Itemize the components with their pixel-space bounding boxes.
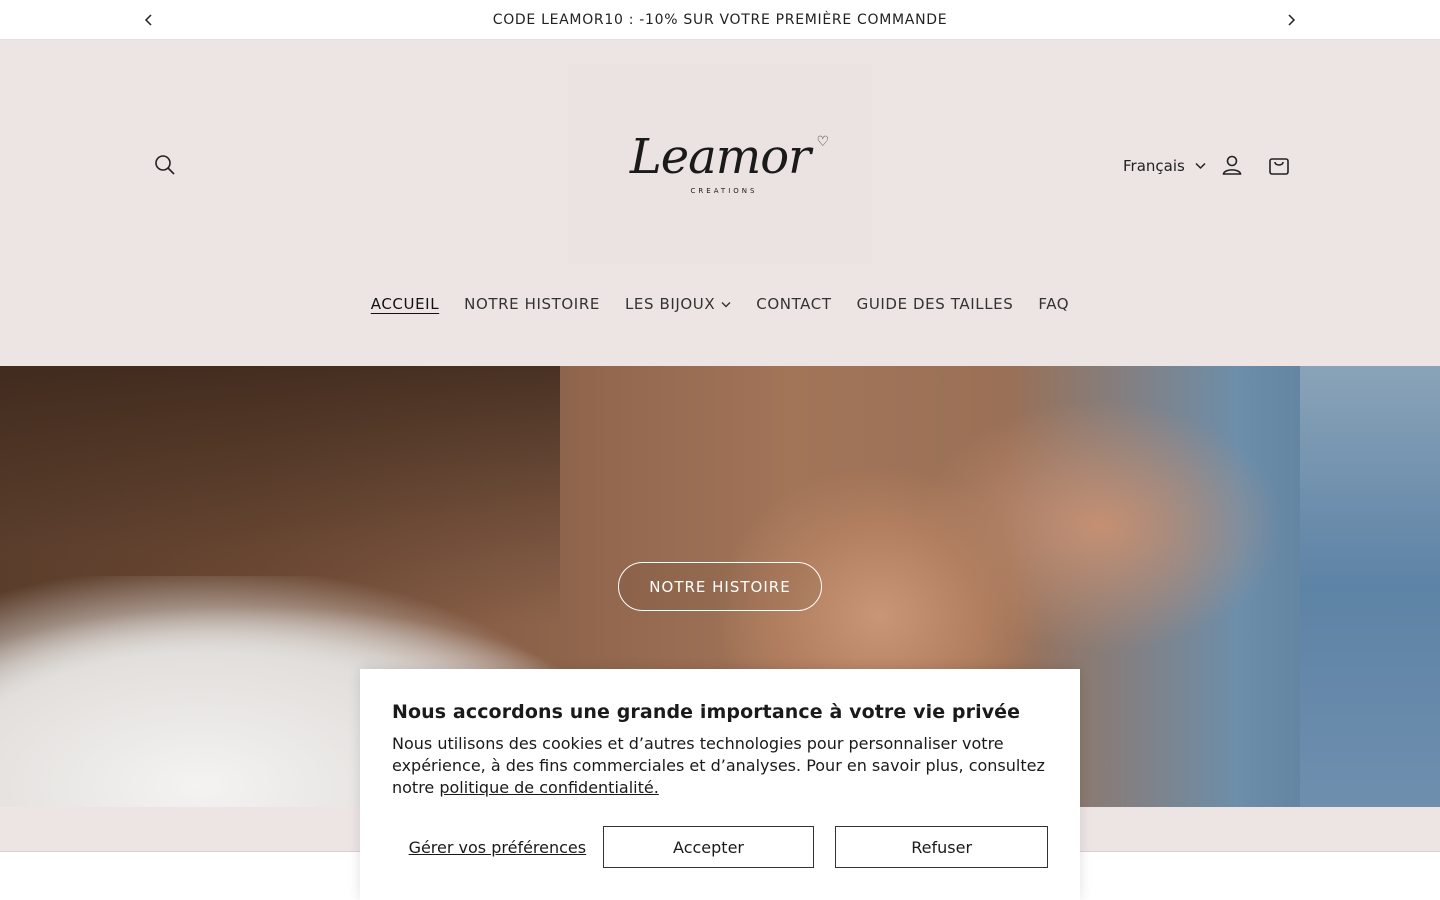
account-button[interactable] (1218, 151, 1246, 179)
announcement-text: CODE LEAMOR10 : -10% SUR VOTRE PREMIÈRE … (492, 11, 948, 28)
site-logo[interactable]: Leamor ♡ CREATIONS (568, 64, 872, 264)
nav-item-les-bijoux[interactable]: LES BIJOUX (612, 295, 743, 313)
search-button[interactable] (150, 150, 180, 180)
logo-subtitle: CREATIONS (690, 187, 758, 195)
search-icon (155, 155, 175, 175)
refuse-button[interactable]: Refuser (835, 826, 1049, 868)
nav-item-label: NOTRE HISTOIRE (464, 295, 600, 313)
nav-item-label: FAQ (1038, 295, 1070, 313)
user-icon (1222, 155, 1242, 175)
announcement-next-button[interactable] (1281, 10, 1301, 30)
language-label: Français (1123, 157, 1185, 175)
manage-preferences-link[interactable]: Gérer vos préférences (392, 838, 603, 857)
site-header: Leamor ♡ CREATIONS Français ACCUEIL NOTRE… (0, 40, 1440, 366)
chevron-right-icon (1288, 14, 1296, 26)
nav-item-label: GUIDE DES TAILLES (856, 295, 1014, 313)
cookie-actions: Gérer vos préférences Accepter Refuser (392, 826, 1049, 868)
accept-button[interactable]: Accepter (602, 826, 815, 868)
chevron-down-icon (721, 301, 731, 307)
main-nav: ACCUEIL NOTRE HISTOIRE LES BIJOUX CONTAC… (0, 292, 1440, 316)
heart-icon: ♡ (816, 134, 830, 150)
bag-icon (1269, 158, 1289, 175)
nav-item-contact[interactable]: CONTACT (744, 295, 844, 313)
chevron-down-icon (1195, 162, 1206, 170)
logo-wordmark: Leamor ♡ (630, 133, 829, 181)
cookie-title: Nous accordons une grande importance à v… (392, 701, 1021, 723)
nav-item-notre-histoire[interactable]: NOTRE HISTOIRE (452, 295, 613, 313)
nav-item-faq[interactable]: FAQ (1026, 295, 1082, 313)
announcement-bar: CODE LEAMOR10 : -10% SUR VOTRE PREMIÈRE … (0, 0, 1440, 40)
chevron-left-icon (144, 14, 152, 26)
announcement-prev-button[interactable] (139, 10, 159, 30)
nav-item-guide-des-tailles[interactable]: GUIDE DES TAILLES (844, 295, 1026, 313)
cookie-banner: Nous accordons une grande importance à v… (360, 669, 1080, 900)
language-selector[interactable]: Français (1123, 155, 1206, 177)
nav-item-label: CONTACT (756, 295, 832, 313)
hero-image-sea (1300, 366, 1440, 807)
logo-text: Leamor (629, 129, 811, 185)
cookie-body: Nous utilisons des cookies et d’autres t… (392, 733, 1048, 799)
cart-button[interactable] (1265, 151, 1293, 179)
nav-item-label: LES BIJOUX (624, 295, 716, 313)
hero-cta-button[interactable]: NOTRE HISTOIRE (618, 562, 822, 611)
nav-item-label: ACCUEIL (370, 295, 440, 313)
privacy-policy-link[interactable]: politique de confidentialité. (439, 778, 658, 797)
nav-item-accueil[interactable]: ACCUEIL (358, 295, 451, 313)
